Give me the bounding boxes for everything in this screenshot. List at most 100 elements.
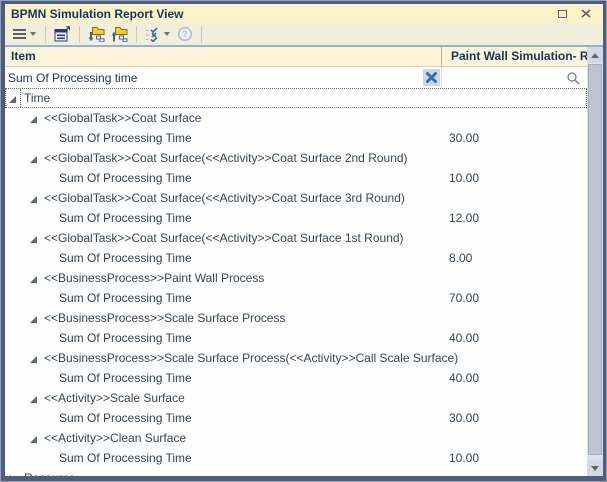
row-value: 40.00 bbox=[449, 331, 479, 345]
expanded-arrow-icon[interactable] bbox=[8, 93, 17, 102]
tree-row[interactable]: <<BusinessProcess>>Scale Surface Process bbox=[5, 308, 587, 328]
row-value: 10.00 bbox=[449, 451, 479, 465]
row-label: <<BusinessProcess>>Paint Wall Process bbox=[44, 271, 264, 285]
scrollbar-thumb[interactable] bbox=[588, 64, 602, 455]
titlebar[interactable]: BPMN Simulation Report View bbox=[5, 4, 603, 23]
tree-row[interactable]: <<GlobalTask>>Coat Surface(<<Activity>>C… bbox=[5, 188, 587, 208]
collapse-all-icon bbox=[111, 26, 128, 42]
column-header-item[interactable]: Item bbox=[5, 47, 441, 66]
expanded-arrow-icon[interactable] bbox=[29, 353, 38, 362]
row-value: 40.00 bbox=[449, 371, 479, 385]
window-title: BPMN Simulation Report View bbox=[11, 7, 183, 21]
expanded-arrow-icon[interactable] bbox=[29, 393, 38, 402]
dropdown-caret-icon[interactable] bbox=[30, 32, 36, 36]
scroll-down-button[interactable] bbox=[587, 460, 603, 476]
row-value: 8.00 bbox=[449, 251, 472, 265]
expanded-arrow-icon[interactable] bbox=[29, 233, 38, 242]
svg-text:?: ? bbox=[182, 29, 188, 39]
filter-text: Sum Of Processing time bbox=[8, 71, 137, 85]
toolbar: ? bbox=[5, 23, 603, 45]
row-label: <<BusinessProcess>>Scale Surface Process bbox=[44, 311, 285, 325]
dropdown-caret-icon[interactable] bbox=[164, 32, 170, 36]
row-value: 30.00 bbox=[449, 131, 479, 145]
value-row[interactable]: Sum Of Processing Time30.00 bbox=[5, 128, 587, 148]
row-value: 30.00 bbox=[449, 411, 479, 425]
expanded-arrow-icon[interactable] bbox=[29, 273, 38, 282]
row-label: Sum Of Processing Time bbox=[59, 371, 192, 385]
group-row[interactable]: Time bbox=[5, 88, 587, 108]
row-value: 10.00 bbox=[449, 171, 479, 185]
close-button[interactable] bbox=[579, 7, 593, 20]
row-label: Sum Of Processing Time bbox=[59, 331, 192, 345]
expanded-arrow-icon[interactable] bbox=[29, 433, 38, 442]
row-label: <<Activity>>Scale Surface bbox=[44, 391, 185, 405]
search-icon bbox=[566, 71, 580, 85]
report-body: Item Paint Wall Simulation- R... Sum Of … bbox=[5, 47, 603, 476]
value-row[interactable]: Sum Of Processing Time 10.00 bbox=[5, 168, 587, 188]
clear-filter-icon bbox=[426, 72, 437, 83]
row-label: Sum Of Processing Time bbox=[59, 291, 192, 305]
row-label: Resource bbox=[24, 471, 75, 476]
group-row[interactable]: Resource bbox=[5, 468, 587, 476]
column-header-row: Item Paint Wall Simulation- R... bbox=[5, 47, 587, 67]
expand-all-button[interactable] bbox=[86, 24, 107, 44]
row-label: <<BusinessProcess>>Scale Surface Process… bbox=[44, 351, 458, 365]
tree-row[interactable]: <<Activity>>Scale Surface bbox=[5, 388, 587, 408]
maximize-icon bbox=[558, 10, 567, 18]
tree-row[interactable]: <<BusinessProcess>>Paint Wall Process bbox=[5, 268, 587, 288]
expanded-arrow-icon[interactable] bbox=[29, 313, 38, 322]
title-controls bbox=[555, 7, 597, 20]
toolbar-separator bbox=[136, 26, 137, 43]
value-row[interactable]: Sum Of Processing Time 40.00 bbox=[5, 368, 587, 388]
tree-row[interactable]: <<GlobalTask>>Coat Surface(<<Activity>>C… bbox=[5, 228, 587, 248]
maximize-button[interactable] bbox=[555, 7, 569, 20]
scroll-up-button[interactable] bbox=[587, 47, 603, 63]
window-client: BPMN Simulation Report View ? Item Paint… bbox=[5, 4, 603, 476]
value-row[interactable]: Sum Of Processing Time 40.00 bbox=[5, 328, 587, 348]
row-label: <<GlobalTask>>Coat Surface(<<Activity>>C… bbox=[44, 231, 404, 245]
toolbar-separator bbox=[45, 26, 46, 43]
filter-result-cell[interactable] bbox=[441, 67, 587, 88]
filter-input[interactable]: Sum Of Processing time bbox=[5, 67, 441, 88]
report-grid: Time <<GlobalTask>>Coat Surface Sum Of Pro… bbox=[5, 88, 587, 476]
tree-row[interactable]: <<Activity>>Clean Surface bbox=[5, 428, 587, 448]
collapsed-arrow-icon[interactable] bbox=[8, 473, 17, 476]
toolbar-separator bbox=[201, 26, 202, 43]
scroll-up-icon bbox=[591, 53, 599, 58]
expanded-arrow-icon[interactable] bbox=[29, 193, 38, 202]
tree-row[interactable]: <<GlobalTask>>Coat Surface bbox=[5, 108, 587, 128]
vertical-scrollbar[interactable] bbox=[587, 47, 603, 476]
scroll-down-icon bbox=[591, 466, 599, 471]
expanded-arrow-icon[interactable] bbox=[29, 113, 38, 122]
focus-cell-divider bbox=[20, 89, 21, 107]
value-row[interactable]: Sum Of Processing Time12.00 bbox=[5, 208, 587, 228]
value-row[interactable]: Sum Of Processing Time 8.00 bbox=[5, 248, 587, 268]
collapse-all-button[interactable] bbox=[109, 24, 130, 44]
row-label: Sum Of Processing Time bbox=[59, 251, 192, 265]
filter-options-button[interactable] bbox=[143, 24, 162, 44]
row-label: <<Activity>>Clean Surface bbox=[44, 431, 186, 445]
toolbar-separator bbox=[79, 26, 80, 43]
row-label: Time bbox=[24, 91, 50, 105]
column-header-result[interactable]: Paint Wall Simulation- R... bbox=[441, 47, 587, 66]
value-row[interactable]: Sum Of Processing Time10.00 bbox=[5, 448, 587, 468]
value-row[interactable]: Sum Of Processing Time 30.00 bbox=[5, 408, 587, 428]
row-label: Sum Of Processing Time bbox=[59, 171, 192, 185]
row-value: 70.00 bbox=[449, 291, 479, 305]
tree-row[interactable]: <<BusinessProcess>>Scale Surface Process… bbox=[5, 348, 587, 368]
row-label: <<GlobalTask>>Coat Surface(<<Activity>>C… bbox=[44, 191, 405, 205]
help-icon: ? bbox=[177, 26, 193, 42]
expand-all-icon bbox=[88, 26, 105, 42]
clear-filter-button[interactable] bbox=[423, 69, 440, 86]
menu-icon bbox=[13, 29, 26, 39]
row-label: Sum Of Processing Time bbox=[59, 411, 192, 425]
help-button: ? bbox=[175, 24, 195, 44]
expanded-arrow-icon[interactable] bbox=[29, 153, 38, 162]
value-row[interactable]: Sum Of Processing Time 70.00 bbox=[5, 288, 587, 308]
export-csv-icon bbox=[54, 26, 71, 42]
menu-button[interactable] bbox=[11, 24, 28, 44]
row-label: <<GlobalTask>>Coat Surface(<<Activity>>C… bbox=[44, 151, 408, 165]
export-csv-button[interactable] bbox=[52, 24, 73, 44]
row-value: 12.00 bbox=[449, 211, 479, 225]
tree-row[interactable]: <<GlobalTask>>Coat Surface(<<Activity>>C… bbox=[5, 148, 587, 168]
